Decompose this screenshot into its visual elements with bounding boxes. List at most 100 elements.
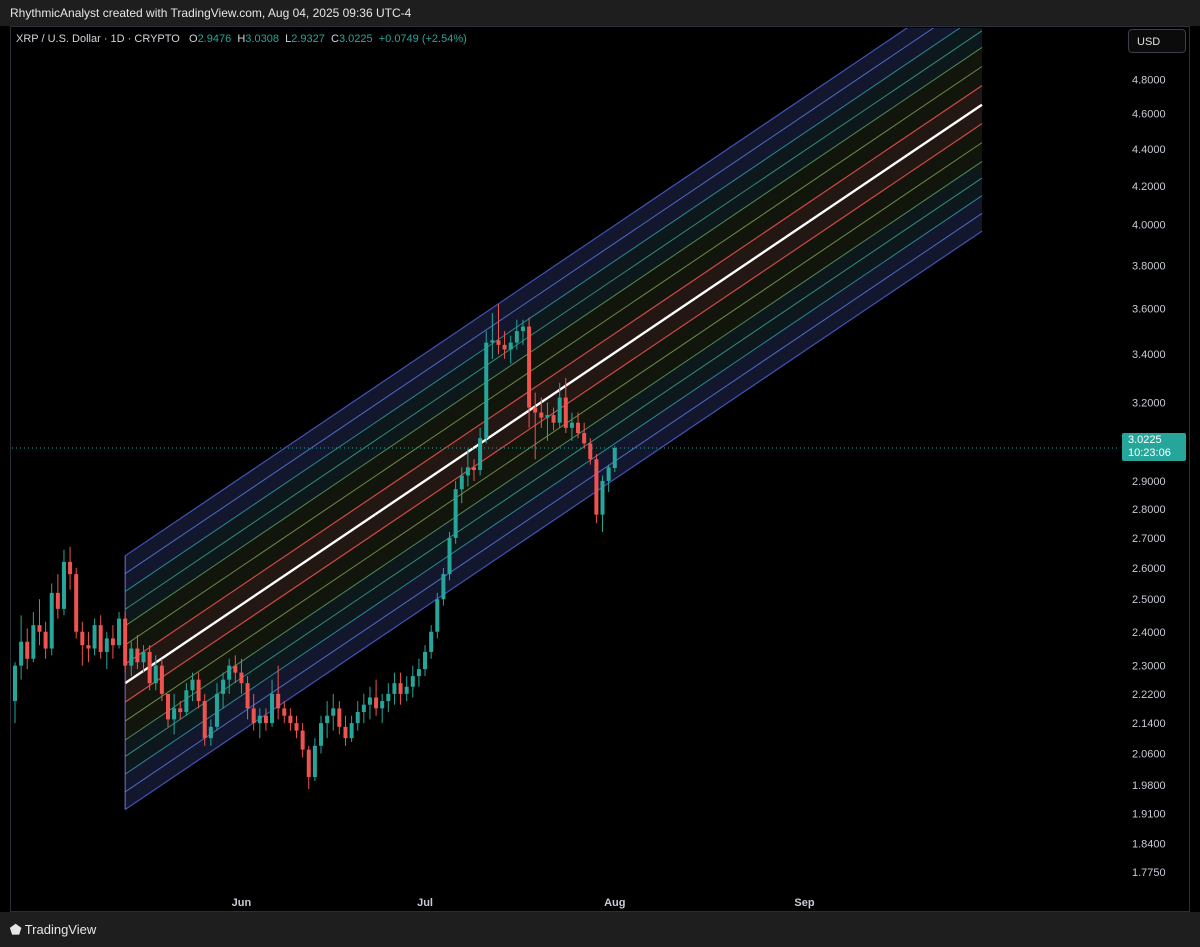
channel-line-8 [124, 142, 983, 722]
candle-body-2025-06-02 [245, 683, 250, 709]
candle-body-2025-07-07 [459, 475, 464, 490]
bar-countdown: 10:23:06 [1128, 447, 1171, 459]
candle-body-2025-07-28 [588, 443, 593, 460]
candle-body-2025-07-23 [557, 397, 562, 423]
currency-button[interactable]: USD [1128, 29, 1186, 53]
candle-body-2025-05-02 [55, 592, 60, 609]
candle-body-2025-07-29 [594, 459, 599, 515]
channel-band-4 [125, 104, 982, 703]
candle-body-2025-05-11 [110, 638, 115, 646]
candle-body-2025-05-24 [190, 679, 195, 691]
current-price: 3.0225 [1128, 434, 1162, 446]
candle-body-2025-04-26 [19, 641, 24, 666]
candle-body-2025-06-21 [361, 704, 366, 713]
candle-body-2025-05-21 [172, 708, 177, 720]
change-value: +0.0749 (+2.54%) [378, 33, 467, 45]
candle-body-2025-07-19 [533, 407, 538, 413]
candle-body-2025-06-17 [337, 708, 342, 727]
candle-body-2025-07-12 [490, 340, 495, 343]
channel-band-6 [125, 161, 982, 775]
candle-body-2025-07-18 [527, 326, 532, 408]
candle-body-2025-07-15 [508, 342, 513, 350]
candle-body-2025-06-11 [300, 730, 305, 750]
candle-body-2025-05-27 [208, 726, 213, 739]
x-tick-label-jul: Jul [417, 897, 433, 909]
candle-body-2025-06-07 [276, 693, 281, 709]
candle-body-2025-05-09 [98, 625, 103, 652]
candle-body-2025-06-10 [294, 723, 299, 731]
symbol-legend: XRP / U.S. Dollar · 1D · CRYPTO O2.9476 … [16, 33, 467, 45]
candle-body-2025-04-27 [25, 641, 30, 659]
y-tick-label-17: 2.2200 [1132, 689, 1166, 701]
candle-body-2025-04-29 [37, 625, 42, 632]
candle-body-2025-07-06 [453, 489, 458, 538]
candle-body-2025-05-31 [233, 665, 238, 673]
candle-body-2025-06-26 [392, 683, 397, 694]
y-tick-label-1: 4.6000 [1132, 108, 1166, 120]
candle-body-2025-06-22 [367, 697, 372, 705]
candle-body-2025-06-03 [251, 708, 256, 724]
candle-body-2025-06-08 [282, 708, 287, 716]
y-tick-label-16: 2.3000 [1132, 661, 1166, 673]
open-value: 2.9476 [197, 33, 232, 45]
channel-line-3 [124, 30, 983, 610]
candle-body-2025-05-15 [135, 648, 140, 663]
candle-body-2025-05-26 [202, 701, 207, 739]
y-tick-label-22: 1.8400 [1132, 838, 1166, 850]
candle-body-2025-07-25 [569, 422, 574, 428]
candle-body-2025-07-08 [465, 467, 470, 476]
candle-body-2025-07-09 [472, 467, 476, 471]
candle-body-2025-06-20 [355, 712, 360, 724]
close-value: 3.0225 [338, 33, 373, 45]
candle-body-2025-05-13 [123, 618, 128, 666]
tradingview-logo[interactable]: ⬟ TradingView [10, 922, 96, 938]
channel-line-5 [124, 66, 983, 646]
channel-group [12, 28, 1118, 811]
candle-body-2025-07-14 [502, 344, 507, 350]
candle-body-2025-06-15 [325, 715, 330, 724]
y-tick-label-4: 4.0000 [1132, 220, 1166, 232]
symbol-name[interactable]: XRP / U.S. Dollar · 1D · CRYPTO [16, 33, 180, 45]
candle-body-2025-05-06 [80, 631, 85, 646]
candle-body-2025-07-31 [606, 467, 611, 481]
candle-body-2025-05-17 [147, 651, 152, 684]
y-tick-label-15: 2.4000 [1132, 627, 1166, 639]
y-tick-label-18: 2.1400 [1132, 718, 1166, 730]
candle-body-2025-05-29 [221, 679, 226, 694]
candle-body-2025-07-16 [514, 331, 519, 343]
candle-body-2025-07-01 [423, 651, 428, 670]
candle-body-2025-07-21 [545, 415, 550, 418]
candle-body-2025-05-23 [184, 690, 189, 713]
candle-body-2025-06-18 [343, 726, 348, 739]
candle-body-2025-06-24 [380, 701, 385, 709]
candle-body-2025-05-14 [129, 648, 134, 666]
candle-body-2025-06-05 [263, 715, 268, 724]
channel-line-9 [124, 161, 983, 741]
candle-body-2025-05-12 [117, 618, 122, 646]
candle-body-2025-07-24 [563, 397, 568, 428]
low-value: 2.9327 [291, 33, 325, 45]
candle-body-2025-06-01 [239, 672, 244, 684]
candle-body-2025-07-10 [478, 438, 483, 471]
y-tick-label-6: 3.6000 [1132, 304, 1166, 316]
y-tick-label-19: 2.0600 [1132, 748, 1166, 760]
candle-body-2025-06-09 [288, 715, 293, 724]
high-value: 3.0308 [245, 33, 279, 45]
candle-body-2025-05-07 [86, 645, 91, 649]
candle-body-2025-06-19 [349, 723, 354, 739]
candle-body-2025-05-05 [74, 574, 79, 632]
candle-body-2025-07-03 [435, 599, 440, 632]
y-tick-label-11: 2.8000 [1132, 504, 1166, 516]
channel-line-4 [124, 46, 983, 627]
tv-icon: ⬟ [10, 922, 22, 937]
candle-body-2025-05-18 [153, 665, 158, 684]
candle-body-2025-07-11 [484, 342, 489, 439]
x-tick-label-jun: Jun [232, 897, 252, 909]
y-tick-label-10: 2.9000 [1132, 476, 1166, 488]
price-chart[interactable]: 4.8000 4.6000 4.4000 4.2000 4.0000 3.8000 3.60… [0, 0, 1200, 947]
y-tick-label-21: 1.9100 [1132, 809, 1166, 821]
candle-body-2025-06-23 [374, 697, 379, 709]
candle-body-2025-06-30 [416, 669, 421, 677]
candle-body-2025-08-01 [612, 447, 617, 468]
candle-body-2025-07-17 [520, 326, 525, 332]
